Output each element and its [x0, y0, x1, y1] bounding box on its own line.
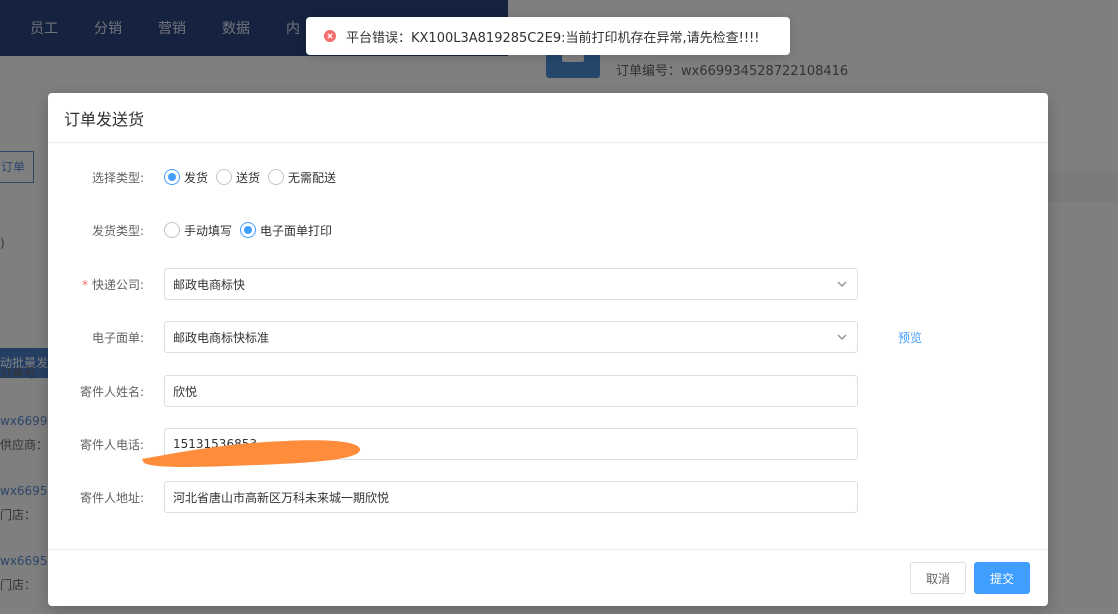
dialog-footer: 取消 提交	[48, 549, 1048, 606]
waybill-row: 电子面单: 邮政电商标快标准 预览	[48, 321, 1048, 353]
radio-deliver[interactable]: 送货	[216, 169, 260, 186]
ship-type-radio-group: 手动填写 电子面单打印	[164, 222, 340, 239]
submit-button[interactable]: 提交	[974, 562, 1030, 594]
waybill-select[interactable]: 邮政电商标快标准	[164, 321, 858, 353]
dialog-title: 订单发送货	[64, 109, 145, 129]
courier-row: * 快递公司: 邮政电商标快	[48, 268, 1048, 300]
error-message: 平台错误：KX100L3A819285C2E9:当前打印机存在异常,请先检查!!…	[346, 30, 760, 46]
waybill-label: 电子面单:	[91, 330, 144, 345]
radio-no-delivery[interactable]: 无需配送	[268, 169, 336, 186]
preview-link[interactable]: 预览	[898, 329, 922, 346]
select-type-row: 选择类型: 发货 送货 无需配送	[48, 161, 1048, 193]
ship-type-label: 发货类型:	[91, 223, 144, 238]
courier-label-text: 快递公司:	[91, 277, 144, 292]
chevron-down-icon	[837, 334, 847, 340]
courier-select[interactable]: 邮政电商标快	[164, 268, 858, 300]
sender-address-input[interactable]: 河北省唐山市高新区万科未来城一期欣悦	[164, 481, 858, 513]
sender-address-label: 寄件人地址:	[79, 490, 144, 505]
radio-dot	[216, 169, 233, 185]
sender-name-label: 寄件人姓名:	[79, 384, 144, 399]
radio-dot	[268, 169, 285, 185]
radio-label: 电子面单打印	[260, 223, 333, 238]
sender-address-value: 河北省唐山市高新区万科未来城一期欣悦	[173, 490, 390, 505]
cancel-button[interactable]: 取消	[910, 562, 966, 594]
radio-label: 送货	[236, 170, 261, 185]
required-mark: *	[81, 277, 88, 292]
waybill-value: 邮政电商标快标准	[173, 330, 270, 345]
sender-name-row: 寄件人姓名: 欣悦	[48, 375, 1048, 407]
redaction-scribble	[142, 440, 361, 467]
error-icon	[324, 30, 336, 42]
select-type-label: 选择类型:	[91, 170, 144, 185]
courier-label: * 快递公司:	[48, 276, 154, 293]
sender-name-input[interactable]: 欣悦	[164, 375, 858, 407]
error-toast: 平台错误：KX100L3A819285C2E9:当前打印机存在异常,请先检查!!…	[306, 17, 790, 55]
radio-e-waybill[interactable]: 电子面单打印	[240, 222, 332, 239]
radio-label: 无需配送	[288, 170, 337, 185]
ship-order-dialog: 订单发送货 选择类型: 发货 送货 无需配送 发货类型: 手动填写 电子面单打印…	[48, 93, 1048, 606]
radio-manual[interactable]: 手动填写	[164, 222, 232, 239]
radio-dot	[240, 222, 257, 238]
chevron-down-icon	[837, 281, 847, 287]
sender-name-value: 欣悦	[173, 384, 198, 399]
radio-label: 手动填写	[184, 223, 233, 238]
radio-label: 发货	[184, 170, 209, 185]
select-type-radio-group: 发货 送货 无需配送	[164, 169, 344, 186]
ship-type-row: 发货类型: 手动填写 电子面单打印	[48, 214, 1048, 246]
radio-dot	[164, 169, 180, 185]
dialog-header: 订单发送货	[48, 93, 1048, 143]
radio-dot	[164, 222, 180, 238]
courier-value: 邮政电商标快	[173, 277, 246, 292]
sender-address-row: 寄件人地址: 河北省唐山市高新区万科未来城一期欣悦	[48, 481, 1048, 513]
radio-ship[interactable]: 发货	[164, 169, 208, 186]
